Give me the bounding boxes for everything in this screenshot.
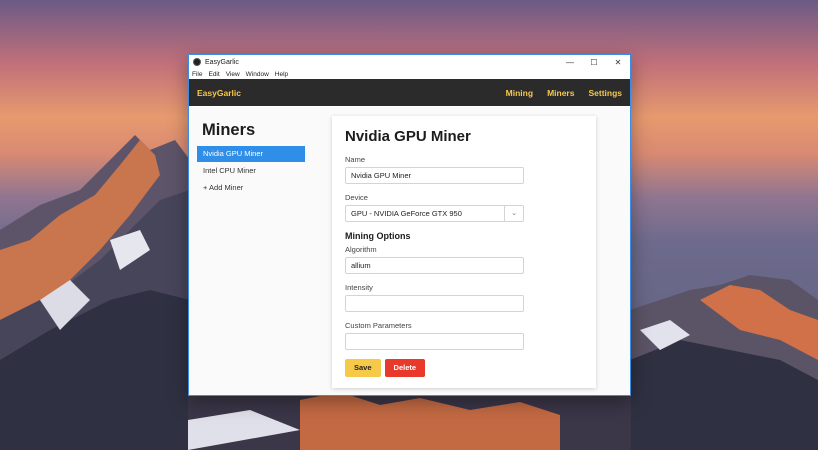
window-controls: — ☐ ✕ [558,55,630,69]
nav-settings[interactable]: Settings [588,88,622,98]
minimize-button[interactable]: — [558,55,582,69]
name-label: Name [345,155,366,164]
nav-links: Mining Miners Settings [492,88,622,98]
app-window: EasyGarlic — ☐ ✕ File Edit View Window H… [188,54,631,396]
algorithm-label: Algorithm [345,245,377,254]
add-miner-button[interactable]: + Add Miner [197,180,305,196]
main-content: Miners Nvidia GPU Miner Intel CPU Miner … [189,107,630,395]
delete-button[interactable]: Delete [384,359,426,377]
sidebar-title: Miners [202,121,256,139]
miners-sidebar: Miners Nvidia GPU Miner Intel CPU Miner … [197,121,305,197]
save-button[interactable]: Save [345,359,381,377]
brand-logo[interactable]: EasyGarlic [197,88,241,98]
miner-form-panel: Nvidia GPU Miner Name Nvidia GPU Miner D… [332,116,596,388]
device-select[interactable]: GPU - NVIDIA GeForce GTX 950 ⌄ [345,205,524,222]
custom-parameters-input[interactable] [345,333,524,350]
nav-mining[interactable]: Mining [506,88,533,98]
sidebar-item-nvidia-gpu-miner[interactable]: Nvidia GPU Miner [197,146,305,162]
menu-view[interactable]: View [226,71,240,78]
device-select-value: GPU - NVIDIA GeForce GTX 950 [351,209,462,218]
algorithm-input[interactable]: allium [345,257,524,274]
menu-window[interactable]: Window [246,71,269,78]
menu-file[interactable]: File [192,71,202,78]
intensity-label: Intensity [345,283,373,292]
menu-edit[interactable]: Edit [208,71,219,78]
sidebar-item-intel-cpu-miner[interactable]: Intel CPU Miner [197,163,305,179]
name-input[interactable]: Nvidia GPU Miner [345,167,524,184]
custom-parameters-label: Custom Parameters [345,321,412,330]
form-actions: Save Delete [345,359,583,377]
maximize-button[interactable]: ☐ [582,55,606,69]
form-title: Nvidia GPU Miner [345,128,471,145]
chevron-down-icon[interactable]: ⌄ [504,206,523,221]
window-title: EasyGarlic [205,58,239,66]
nav-miners[interactable]: Miners [547,88,574,98]
top-navbar: EasyGarlic Mining Miners Settings [189,79,630,106]
intensity-input[interactable] [345,295,524,312]
mining-options-heading: Mining Options [345,231,411,241]
app-icon [193,58,201,66]
menu-bar: File Edit View Window Help [189,69,630,79]
menu-help[interactable]: Help [275,71,288,78]
title-bar[interactable]: EasyGarlic — ☐ ✕ [189,55,630,69]
close-button[interactable]: ✕ [606,55,630,69]
device-label: Device [345,193,368,202]
